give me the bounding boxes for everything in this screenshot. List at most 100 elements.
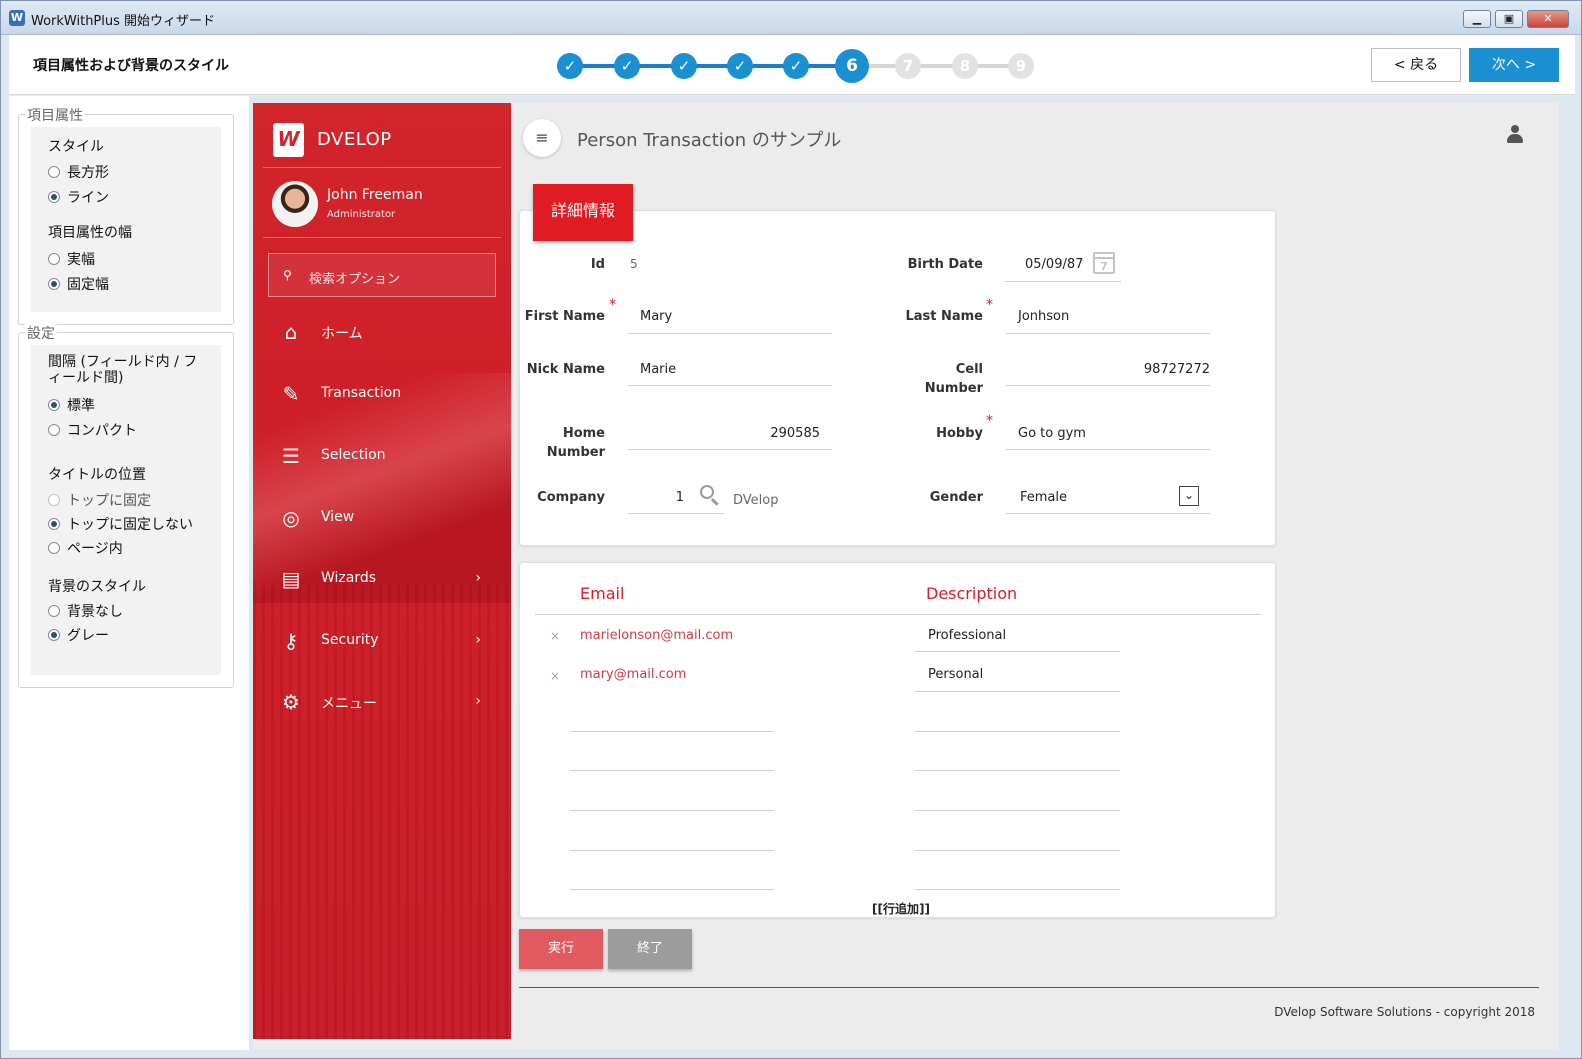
style-label: スタイル <box>48 139 104 155</box>
width-label: 項目属性の幅 <box>48 225 132 241</box>
home-number-label: Home Number <box>546 426 605 460</box>
wizard-title: 項目属性および背景のスタイル <box>33 58 229 74</box>
style-option-line[interactable]: ライン <box>48 187 109 207</box>
hamburger-menu-icon[interactable]: ≡ <box>523 119 561 157</box>
execute-button[interactable]: 実行 <box>519 929 603 969</box>
wizard-header: 項目属性および背景のスタイル ✓ ✓ ✓ ✓ ✓ 6 7 8 9 < 戻る 次へ… <box>9 35 1575 95</box>
next-button[interactable]: 次へ > <box>1469 48 1559 82</box>
sidebar-item-wizards[interactable]: ▤ Wizards › <box>253 560 511 600</box>
last-name-input[interactable]: Jonhson <box>1018 309 1069 324</box>
company-input[interactable]: 1 <box>628 490 684 505</box>
home-icon: ⌂ <box>284 320 298 344</box>
sidebar-item-label: Wizards <box>321 570 377 586</box>
empty-email-cell[interactable] <box>570 770 774 771</box>
empty-email-cell[interactable] <box>570 850 774 851</box>
step-9: 9 <box>1008 53 1034 79</box>
home-number-input[interactable]: 290585 <box>628 426 820 441</box>
back-button[interactable]: < 戻る <box>1371 48 1461 82</box>
empty-description-cell[interactable] <box>915 770 1120 771</box>
search-icon: ⚲ <box>283 268 292 282</box>
field-attribute-inner: スタイル 長方形 ライン 項目属性の幅 実幅 固定幅 <box>31 127 221 312</box>
edit-icon: ✎ <box>282 382 300 406</box>
add-row-link[interactable]: [[行追加]] <box>872 900 930 917</box>
spacing-option-standard[interactable]: 標準 <box>48 395 95 415</box>
title-position-not-fixed[interactable]: トップに固定しない <box>48 514 193 534</box>
key-icon: ⚷ <box>283 629 299 653</box>
maximize-button[interactable]: ▣ <box>1495 10 1523 28</box>
grid-cell-underline <box>915 651 1120 652</box>
nick-name-input[interactable]: Marie <box>640 362 676 377</box>
sidebar-item-label: ホーム <box>321 326 363 342</box>
title-position-in-page[interactable]: ページ内 <box>48 538 123 558</box>
close-button[interactable]: ✕ <box>1527 10 1569 28</box>
step-remaining-line <box>856 64 1026 68</box>
cell-number-input[interactable]: 98727272 <box>1006 362 1210 377</box>
hobby-input[interactable]: Go to gym <box>1018 426 1086 441</box>
sidebar-item-menu[interactable]: ⚙ メニュー › <box>253 683 511 723</box>
grid-description-cell[interactable]: Personal <box>928 667 983 682</box>
app-sidebar: W DVELOP John Freeman Administrator ⚲ 検索… <box>253 103 511 1039</box>
minimize-button[interactable]: ▁ <box>1463 10 1491 28</box>
grid-cell-underline <box>915 691 1120 692</box>
background-option-gray[interactable]: グレー <box>48 625 109 645</box>
empty-email-cell[interactable] <box>570 889 774 890</box>
sidebar-item-selection[interactable]: ☰ Selection <box>253 437 511 477</box>
step-5: ✓ <box>783 53 809 79</box>
remove-row-icon[interactable]: × <box>550 669 560 683</box>
step-8: 8 <box>952 53 978 79</box>
radio-selected-icon <box>48 191 60 203</box>
required-mark: * <box>986 413 993 429</box>
remove-row-icon[interactable]: × <box>550 629 560 643</box>
first-name-input[interactable]: Mary <box>640 309 672 324</box>
empty-description-cell[interactable] <box>915 810 1120 811</box>
birth-date-input[interactable]: 05/09/87 <box>1025 257 1083 272</box>
empty-email-cell[interactable] <box>570 810 774 811</box>
detail-info-tab[interactable]: 詳細情報 <box>533 184 633 241</box>
field-attribute-group: 項目属性 スタイル 長方形 ライン 項目属性の幅 実幅 固定幅 <box>18 105 234 325</box>
radio-selected-icon <box>48 629 60 641</box>
nick-name-label: Nick Name <box>526 362 605 377</box>
step-6-current: 6 <box>835 49 869 83</box>
gender-select[interactable]: Female <box>1020 490 1067 505</box>
background-option-none[interactable]: 背景なし <box>48 601 123 621</box>
grid-email-cell[interactable]: mary@mail.com <box>580 667 686 682</box>
options-panel: 項目属性 スタイル 長方形 ライン 項目属性の幅 実幅 固定幅 設定 間隔 (フ… <box>9 96 249 1050</box>
sidebar-item-transaction[interactable]: ✎ Transaction <box>253 375 511 415</box>
brand-logo: W <box>273 123 304 157</box>
last-name-label: Last Name <box>905 309 983 324</box>
style-option-rectangle[interactable]: 長方形 <box>48 162 109 182</box>
description-column-header[interactable]: Description <box>926 584 1017 603</box>
grid-email-cell[interactable]: marielonson@mail.com <box>580 628 733 643</box>
sidebar-item-security[interactable]: ⚷ Security › <box>253 622 511 662</box>
calendar-icon[interactable]: 7 <box>1093 252 1115 274</box>
search-icon[interactable] <box>700 485 714 499</box>
sidebar-item-home[interactable]: ⌂ ホーム <box>253 313 511 353</box>
email-column-header[interactable]: Email <box>580 584 624 603</box>
grid-description-cell[interactable]: Professional <box>928 628 1006 643</box>
step-3: ✓ <box>671 53 697 79</box>
first-name-underline <box>628 333 832 334</box>
chevron-right-icon: › <box>475 570 481 586</box>
chevron-right-icon: › <box>475 693 481 709</box>
width-option-actual[interactable]: 実幅 <box>48 249 95 269</box>
empty-description-cell[interactable] <box>915 889 1120 890</box>
avatar[interactable] <box>272 181 318 227</box>
sidebar-divider <box>263 167 501 168</box>
chevron-down-icon[interactable]: ⌄ <box>1179 486 1199 506</box>
settings-group: 設定 間隔 (フィールド内 / フィールド間) 標準 コンパクト タイトルの位置… <box>18 323 234 688</box>
step-2: ✓ <box>614 53 640 79</box>
empty-description-cell[interactable] <box>915 850 1120 851</box>
sidebar-item-view[interactable]: ◎ View <box>253 499 511 539</box>
empty-description-cell[interactable] <box>915 731 1120 732</box>
title-bar: W WorkWithPlus 開始ウィザード ▁ ▣ ✕ <box>1 1 1581 35</box>
preview-area: W DVELOP John Freeman Administrator ⚲ 検索… <box>253 103 1559 1049</box>
title-position-fixed[interactable]: トップに固定 <box>48 490 151 510</box>
birth-date-underline <box>1005 281 1121 282</box>
empty-email-cell[interactable] <box>570 731 774 732</box>
spacing-option-compact[interactable]: コンパクト <box>48 420 137 440</box>
close-form-button[interactable]: 終了 <box>608 929 692 969</box>
sidebar-search-input[interactable]: ⚲ 検索オプション <box>268 253 496 297</box>
user-icon[interactable] <box>1507 125 1523 143</box>
width-option-fixed[interactable]: 固定幅 <box>48 274 109 294</box>
sidebar-item-label: Security <box>321 632 379 648</box>
